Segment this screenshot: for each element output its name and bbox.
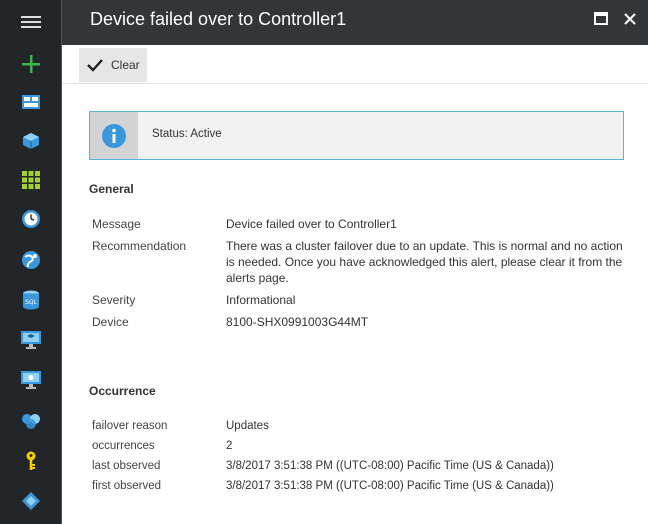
blade-title: Device failed over to Controller1 [90,9,347,29]
dashboard-icon[interactable] [0,88,61,116]
row-key: first observed [92,480,162,492]
command-bar: Clear [62,45,648,84]
checkmark-icon [87,59,103,72]
plus-icon[interactable] [0,50,61,78]
alert-blade: Device failed over to Controller1 Clear … [62,0,648,524]
blade-header: Device failed over to Controller1 [62,0,648,45]
row-key: Severity [92,293,136,307]
virtual-machine-icon[interactable] [0,366,61,394]
clock-icon[interactable] [0,205,61,233]
clear-button-label: Clear [111,58,140,72]
row-key: last observed [92,460,161,472]
diamond-icon[interactable] [0,487,61,515]
row-key: Device [92,315,129,329]
svg-text:SQL: SQL [25,299,38,306]
row-value: There was a cluster failover due to an u… [226,239,623,285]
grid-icon[interactable] [0,166,61,194]
monitor-icon[interactable] [0,326,61,354]
row-value: Updates [226,420,269,432]
row-value: 3/8/2017 3:51:38 PM ((UTC-08:00) Pacific… [226,460,554,472]
row-value: Informational [226,293,296,307]
row-value: 8100-SHX0991003G44MT [226,315,369,329]
status-banner: Status: Active [89,111,624,160]
info-icon [90,112,138,159]
row-key: Recommendation [92,239,187,253]
globe-icon[interactable] [0,246,61,274]
row-value: 2 [226,440,233,452]
row-value: Device failed over to Controller1 [226,217,397,231]
row-key: failover reason [92,420,168,432]
status-text: Status: Active [152,128,222,140]
close-icon[interactable] [621,10,639,28]
occurrence-heading: Occurrence [89,384,156,398]
sidebar: SQL [0,0,61,524]
key-icon[interactable] [0,447,61,475]
cube-icon[interactable] [0,127,61,155]
row-value: 3/8/2017 3:51:38 PM ((UTC-08:00) Pacific… [226,480,554,492]
sql-database-icon[interactable]: SQL [0,286,61,314]
general-heading: General [89,182,134,196]
row-key: Message [92,217,141,231]
maximize-icon[interactable] [592,10,610,28]
hamburger-menu-icon[interactable] [0,8,61,36]
network-icon[interactable] [0,407,61,435]
row-key: occurrences [92,440,155,452]
clear-button[interactable]: Clear [79,48,147,82]
